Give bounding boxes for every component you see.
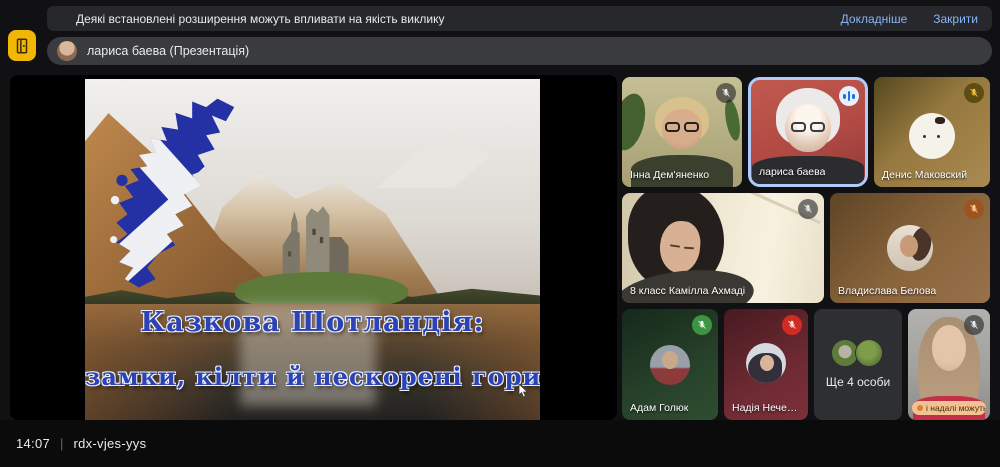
stacked-avatars [831, 339, 885, 369]
presentation-stage[interactable]: Казкова Шотландія: замки, кілти й нескор… [10, 75, 617, 420]
meet-call-screen: Деякі встановлені розширення можуть впли… [0, 0, 1000, 467]
scotland-flag-map [108, 93, 276, 304]
control-bar: 14:07 | rdx-vjes-yys [0, 420, 1000, 467]
clock-time: 14:07 [16, 436, 50, 451]
user-avatar [746, 343, 786, 383]
user-avatar [650, 345, 690, 385]
more-people-label: Ще 4 особи [814, 375, 902, 389]
speaking-indicator-icon [839, 86, 859, 106]
participant-tile-larysa-speaking[interactable]: лариса баева [748, 77, 868, 187]
participant-name: Інна Дем'яненко [630, 169, 709, 181]
cat-avatar [909, 113, 955, 159]
live-caption-chip: і надалі можуть б [912, 401, 986, 415]
plant-decor [722, 98, 742, 142]
participant-name: лариса баева [759, 166, 825, 178]
participant-tile-captioned[interactable]: і надалі можуть б [908, 309, 990, 420]
notification-banner: Деякі встановлені розширення можуть впли… [47, 6, 992, 31]
presenter-avatar [57, 41, 77, 61]
mic-off-icon [798, 199, 818, 219]
participant-tile-nadiia[interactable]: Надія Нечепур… [724, 309, 808, 420]
overflow-tile-more-people[interactable]: Ще 4 особи [814, 309, 902, 420]
mic-off-icon [964, 315, 984, 335]
close-link[interactable]: Закрити [933, 12, 978, 26]
slide-title-line2: замки, кілти й нескорені гори [85, 362, 540, 391]
presenter-banner-label: лариса баева (Презентація) [87, 44, 249, 58]
meeting-code: rdx-vjes-yys [73, 436, 146, 451]
mic-off-icon [782, 315, 802, 335]
participant-tile-adam[interactable]: Адам Голюк [622, 309, 718, 420]
participant-tile-kamilla[interactable]: 8 класс Камілла Ахмаді [622, 193, 824, 303]
plant-decor [622, 90, 651, 154]
mic-off-icon [964, 199, 984, 219]
mouse-cursor-icon [518, 383, 529, 399]
mic-off-icon [964, 83, 984, 103]
participant-name: Адам Голюк [630, 402, 688, 414]
caption-text: і надалі можуть б [926, 403, 986, 413]
participant-tile-inna[interactable]: Інна Дем'яненко [622, 77, 742, 187]
presentation-slide: Казкова Шотландія: замки, кілти й нескор… [85, 79, 540, 420]
presenter-banner[interactable]: лариса баева (Презентація) [47, 37, 992, 65]
participant-tile-denys[interactable]: Денис Маковский [874, 77, 990, 187]
mic-off-icon [716, 83, 736, 103]
slide-title-line1: Казкова Шотландія: [85, 307, 540, 338]
caption-icon [917, 405, 923, 411]
participant-tile-vladyslava[interactable]: Владислава Белова [830, 193, 990, 303]
participant-name: Надія Нечепур… [732, 402, 800, 414]
participant-name: Владислава Белова [838, 285, 936, 297]
user-avatar [887, 225, 933, 271]
details-link[interactable]: Докладніше [841, 12, 908, 26]
mic-off-icon [692, 315, 712, 335]
door-extension-icon [13, 36, 31, 56]
participant-name: Денис Маковский [882, 169, 967, 181]
meeting-meta: 14:07 | rdx-vjes-yys [16, 420, 146, 467]
notification-text: Деякі встановлені розширення можуть впли… [76, 12, 841, 26]
extension-badge[interactable] [8, 30, 36, 61]
participant-name: 8 класс Камілла Ахмаді [630, 285, 745, 297]
